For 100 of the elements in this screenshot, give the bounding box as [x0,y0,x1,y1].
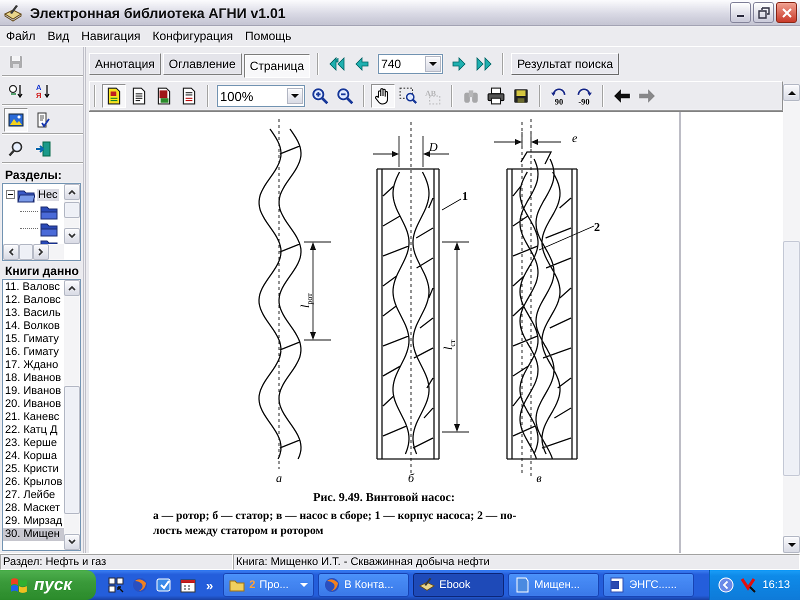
vertical-scrollbar[interactable] [64,184,80,244]
tab[interactable]: Аннотация [89,53,161,75]
menu-item[interactable]: Навигация [75,29,147,43]
picture-button[interactable] [4,108,28,132]
scroll-left-button[interactable] [3,244,19,260]
angle-label: 90 [554,96,564,105]
window-switch-icon[interactable] [108,577,124,593]
antivirus-icon[interactable] [740,577,756,593]
figure-legend-line: а — ротор; б — статор; в — насос в сборе; 1 — корпус насоса; 2 — по- [153,509,516,524]
taskbar-button[interactable]: В Конта... [318,573,410,597]
page-icon [105,87,123,105]
flag-logo-icon [10,576,28,594]
minimize-icon [737,15,744,17]
book-list-item[interactable]: 23. Керше [3,437,64,450]
status-bar-panel: Раздел: Нефть и газ [0,554,233,570]
book-list-item[interactable]: 30. Мищен [3,528,64,541]
window-title: Электронная библиотека АГНИ v1.01 [30,4,287,20]
book-list-item[interactable]: 12. Валовс [3,294,64,307]
book-list-item[interactable]: 19. Иванов [3,385,64,398]
close-button[interactable] [776,2,797,23]
zoom-dropdown[interactable]: 100% [217,85,305,107]
first-page-arrow-icon[interactable] [329,57,348,71]
menu-item[interactable]: Конфигурация [146,29,240,43]
clock: 16:13 [762,579,790,591]
book-list-item[interactable]: 13. Василь [3,307,64,320]
book-list-item[interactable]: 26. Крылов [3,476,64,489]
folder-icon[interactable] [40,204,58,220]
overflow-chevron[interactable]: » [206,578,214,592]
book-list-item[interactable]: 20. Иванов [3,398,64,411]
minimize-button[interactable] [730,2,751,23]
taskbar-button[interactable]: 2 Про... [223,573,314,597]
search-results-button[interactable]: Результат поиска [511,53,620,75]
page-icon [180,87,198,105]
folder-icon[interactable] [40,220,58,236]
book-list-item[interactable]: 29. Мирзад [3,515,64,528]
book-list-item[interactable]: 17. Ждано [3,359,64,372]
leader-line [442,198,462,210]
scroll-up-button[interactable] [783,84,800,101]
vertical-scrollbar[interactable] [64,280,80,550]
scroll-down-button[interactable] [64,534,80,550]
page-number-field[interactable]: 740 [378,54,444,74]
menu-item[interactable]: Вид [42,29,76,43]
scroll-thumb[interactable] [64,202,80,218]
tab[interactable]: Оглавление [162,53,242,75]
vertical-scrollbar[interactable] [783,84,800,553]
expand-tray-icon[interactable] [718,577,734,593]
taskbar-button[interactable]: Мищен... [508,573,600,597]
calendar-icon[interactable] [180,577,196,593]
book-list-item[interactable]: 18. Иванов [3,372,64,385]
document-icon [609,577,626,593]
scroll-down-button[interactable] [64,228,80,244]
book-list-item[interactable]: 27. Лейбе [3,489,64,502]
page-button[interactable] [102,84,126,108]
book-list-item[interactable]: 14. Волков [3,320,64,333]
book-list-item[interactable]: 28. Маскет [3,502,64,515]
scroll-thumb[interactable] [19,244,33,260]
scroll-up-button[interactable] [64,184,80,200]
restore-icon [758,6,770,18]
rotate-button[interactable]: 90 [547,84,571,108]
book-list-item[interactable]: 25. Кристи [3,463,64,476]
document-properties-icon [35,112,51,128]
rotate-button[interactable]: -90 [572,84,596,108]
back-arrow-icon [613,87,631,105]
scroll-thumb[interactable] [64,386,80,514]
scroll-up-button[interactable] [64,280,80,296]
book-list-item[interactable]: 22. Катц Д [3,424,64,437]
collapse-icon[interactable] [6,190,15,199]
app-icon[interactable] [156,577,172,593]
book-pen-icon [4,4,22,22]
dropdown-caret-icon [300,581,308,589]
forward-arrow-icon [638,87,656,105]
scroll-right-button[interactable] [33,244,49,260]
book-list-item[interactable]: 15. Гимату [3,333,64,346]
part-label: а [276,471,282,485]
book-list-item[interactable]: 21. Каневс [3,411,64,424]
tree-item[interactable]: Нес [37,188,59,200]
callout-label: 1 [462,189,468,203]
book-list-item[interactable]: 16. Гимату [3,346,64,359]
page-icon [130,87,148,105]
start-button[interactable]: пуск [0,570,96,600]
book-list-item[interactable]: 24. Корша [3,450,64,463]
book-list-item[interactable]: 11. Валовс [3,281,64,294]
taskbar-button[interactable]: Ebook [413,573,504,597]
next-page-arrow-icon[interactable] [452,57,466,71]
scroll-down-button[interactable] [783,536,800,553]
down-caret-icon [68,232,76,240]
figure-caption: Рис. 9.49. Винтовой насос: [313,490,455,505]
eccentricity-dimension [494,132,562,148]
globe-icon[interactable] [132,577,148,593]
last-page-arrow-icon[interactable] [474,57,492,71]
previous-page-arrow-icon[interactable] [355,57,370,71]
menu-item[interactable]: Файл [0,29,42,43]
scroll-thumb[interactable] [783,241,800,476]
taskbar-button[interactable]: ЭНГС...... [603,573,694,597]
hand-button[interactable] [371,84,395,108]
close-icon [780,6,792,18]
horizontal-scrollbar[interactable] [3,244,64,260]
restore-button[interactable] [753,2,774,23]
tab[interactable]: Страница [244,54,310,78]
menu-item[interactable]: Помощь [239,29,298,43]
